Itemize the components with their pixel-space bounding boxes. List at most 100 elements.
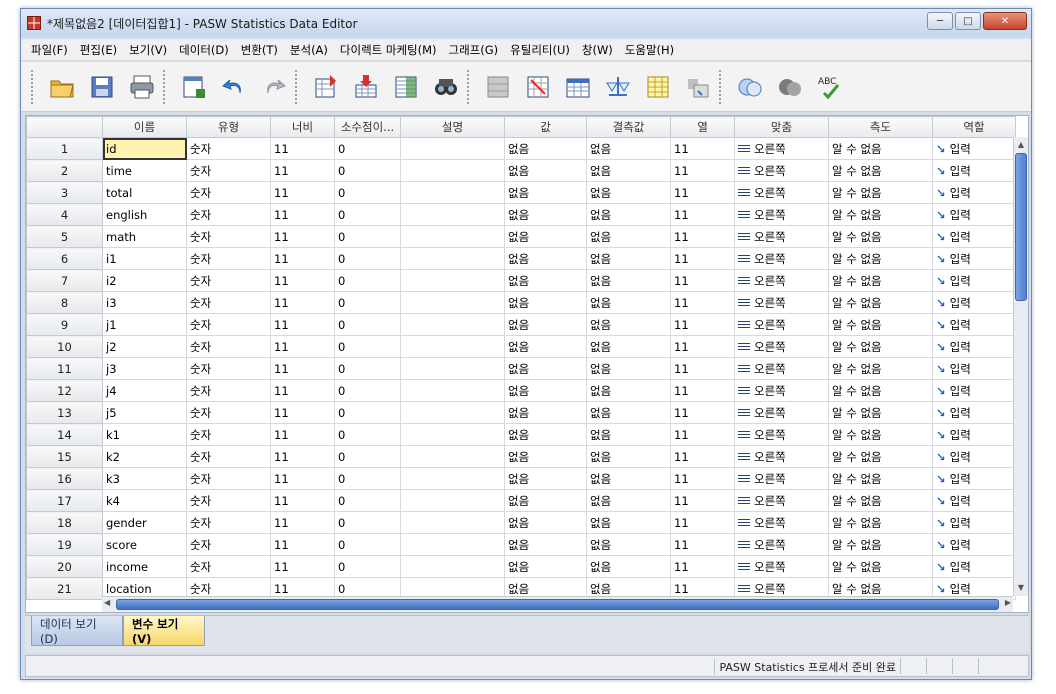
cell-type[interactable]: 숫자: [186, 291, 271, 314]
cell-align[interactable]: 오른쪽: [734, 203, 829, 226]
cell-type[interactable]: 숫자: [186, 445, 271, 468]
cell-missing[interactable]: 없음: [586, 203, 671, 226]
row-number[interactable]: 16: [26, 467, 103, 490]
menu-item[interactable]: 변환(T): [235, 42, 284, 58]
cell-role[interactable]: ↘ 입력: [932, 335, 1016, 358]
cell-role[interactable]: ↘ 입력: [932, 291, 1016, 314]
cell-type[interactable]: 숫자: [186, 247, 271, 270]
scroll-down-icon[interactable]: ▼: [1015, 581, 1027, 595]
cell-width[interactable]: 11: [270, 445, 335, 468]
cell-columns[interactable]: 11: [670, 401, 735, 424]
cell-measure[interactable]: 알 수 없음: [828, 203, 933, 226]
cell-align[interactable]: 오른쪽: [734, 511, 829, 534]
variables-button[interactable]: [387, 69, 425, 105]
cell-name[interactable]: j5: [102, 401, 187, 424]
horizontal-scrollbar[interactable]: ◀ ▶: [102, 596, 1013, 612]
menu-item[interactable]: 유틸리티(U): [504, 42, 576, 58]
split-file-button[interactable]: [559, 69, 597, 105]
cell-missing[interactable]: 없음: [586, 423, 671, 446]
cell-missing[interactable]: 없음: [586, 555, 671, 578]
menu-item[interactable]: 편집(E): [74, 42, 123, 58]
menu-item[interactable]: 보기(V): [123, 42, 173, 58]
cell-missing[interactable]: 없음: [586, 225, 671, 248]
cell-missing[interactable]: 없음: [586, 533, 671, 556]
cell-missing[interactable]: 없음: [586, 137, 671, 160]
cell-measure[interactable]: 알 수 없음: [828, 159, 933, 182]
cell-columns[interactable]: 11: [670, 137, 735, 160]
cell-role[interactable]: ↘ 입력: [932, 555, 1016, 578]
cell-values[interactable]: 없음: [504, 555, 587, 578]
cell-measure[interactable]: 알 수 없음: [828, 401, 933, 424]
menu-item[interactable]: 도움말(H): [619, 42, 680, 58]
cell-measure[interactable]: 알 수 없음: [828, 137, 933, 160]
cell-name[interactable]: i2: [102, 269, 187, 292]
cell-missing[interactable]: 없음: [586, 489, 671, 512]
cell-width[interactable]: 11: [270, 489, 335, 512]
cell-label[interactable]: [400, 247, 505, 270]
cell-decimals[interactable]: 0: [334, 335, 401, 358]
cell-values[interactable]: 없음: [504, 533, 587, 556]
cell-align[interactable]: 오른쪽: [734, 379, 829, 402]
cell-missing[interactable]: 없음: [586, 379, 671, 402]
cell-label[interactable]: [400, 137, 505, 160]
cell-name[interactable]: j2: [102, 335, 187, 358]
cell-decimals[interactable]: 0: [334, 313, 401, 336]
cell-columns[interactable]: 11: [670, 467, 735, 490]
cell-role[interactable]: ↘ 입력: [932, 247, 1016, 270]
cell-measure[interactable]: 알 수 없음: [828, 511, 933, 534]
cell-role[interactable]: ↘ 입력: [932, 445, 1016, 468]
cell-values[interactable]: 없음: [504, 137, 587, 160]
dialog-recall-button[interactable]: [175, 69, 213, 105]
maximize-button[interactable]: □: [955, 12, 981, 30]
row-number[interactable]: 2: [26, 159, 103, 182]
cell-decimals[interactable]: 0: [334, 445, 401, 468]
cell-values[interactable]: 없음: [504, 269, 587, 292]
column-header[interactable]: 이름: [102, 116, 187, 138]
cell-name[interactable]: english: [102, 203, 187, 226]
cell-decimals[interactable]: 0: [334, 225, 401, 248]
cell-name[interactable]: k2: [102, 445, 187, 468]
cell-decimals[interactable]: 0: [334, 511, 401, 534]
cell-columns[interactable]: 11: [670, 159, 735, 182]
cell-values[interactable]: 없음: [504, 379, 587, 402]
cell-type[interactable]: 숫자: [186, 313, 271, 336]
cell-align[interactable]: 오른쪽: [734, 313, 829, 336]
cell-name[interactable]: i3: [102, 291, 187, 314]
cell-width[interactable]: 11: [270, 203, 335, 226]
cell-values[interactable]: 없음: [504, 181, 587, 204]
cell-label[interactable]: [400, 291, 505, 314]
cell-label[interactable]: [400, 555, 505, 578]
column-header[interactable]: 유형: [186, 116, 271, 138]
column-header[interactable]: 너비: [270, 116, 335, 138]
cell-role[interactable]: ↘ 입력: [932, 423, 1016, 446]
insert-cases-button[interactable]: [479, 69, 517, 105]
cell-name[interactable]: score: [102, 533, 187, 556]
cell-type[interactable]: 숫자: [186, 335, 271, 358]
column-header[interactable]: 값: [504, 116, 587, 138]
cell-name[interactable]: i1: [102, 247, 187, 270]
horizontal-scroll-thumb[interactable]: [116, 599, 999, 610]
menu-item[interactable]: 파일(F): [25, 42, 74, 58]
cell-columns[interactable]: 11: [670, 181, 735, 204]
row-number[interactable]: 18: [26, 511, 103, 534]
cell-decimals[interactable]: 0: [334, 357, 401, 380]
cell-label[interactable]: [400, 357, 505, 380]
cell-decimals[interactable]: 0: [334, 555, 401, 578]
cell-values[interactable]: 없음: [504, 313, 587, 336]
tab-variable-view[interactable]: 변수 보기(V): [123, 616, 205, 646]
cell-decimals[interactable]: 0: [334, 159, 401, 182]
cell-values[interactable]: 없음: [504, 423, 587, 446]
cell-missing[interactable]: 없음: [586, 445, 671, 468]
row-number[interactable]: 20: [26, 555, 103, 578]
cell-name[interactable]: j1: [102, 313, 187, 336]
menu-item[interactable]: 분석(A): [284, 42, 334, 58]
cell-measure[interactable]: 알 수 없음: [828, 291, 933, 314]
cell-role[interactable]: ↘ 입력: [932, 511, 1016, 534]
cell-label[interactable]: [400, 379, 505, 402]
cell-missing[interactable]: 없음: [586, 467, 671, 490]
cell-decimals[interactable]: 0: [334, 379, 401, 402]
cell-values[interactable]: 없음: [504, 357, 587, 380]
cell-measure[interactable]: 알 수 없음: [828, 533, 933, 556]
row-number[interactable]: 9: [26, 313, 103, 336]
cell-missing[interactable]: 없음: [586, 357, 671, 380]
